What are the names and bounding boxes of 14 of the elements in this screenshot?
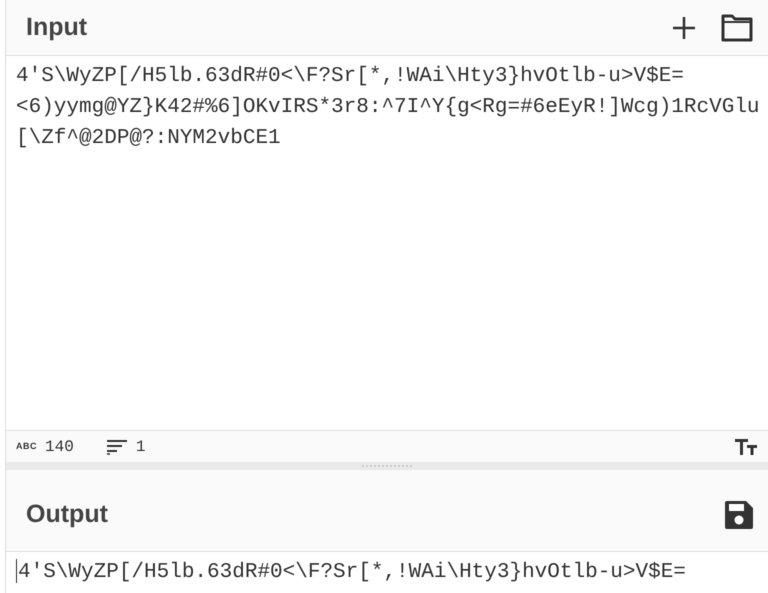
text-size-icon[interactable]: [734, 436, 758, 456]
save-icon[interactable]: [724, 500, 754, 530]
text-line: 4'S\WyZP[/H5lb.63dR#0<\F?Sr[*,!WAi\Hty3}hvOtlb-u>V$E=: [16, 65, 684, 88]
add-icon[interactable]: [672, 16, 696, 40]
character-count: 140: [45, 436, 74, 458]
output-title: Output: [26, 498, 108, 530]
line-count: 1: [136, 436, 146, 458]
input-title: Input: [26, 12, 88, 43]
lines-icon: [106, 438, 128, 454]
text-line: <6)yymg@YZ}K42#%6]OKvIRS*3r8:^7I^Y{g<Rg=#6eEyR!]Wcg)1RcVGlu: [16, 96, 760, 119]
text-line: 4'S\WyZP[/H5lb.63dR#0<\F?Sr[*,!WAi\Hty3}hvOtlb-u>V$E=: [18, 561, 686, 584]
folder-icon[interactable]: [720, 14, 754, 42]
character-count-label: ABC: [16, 440, 37, 453]
text-line: [\Zf^@2DP@?:NYM2vbCE1: [16, 127, 281, 150]
